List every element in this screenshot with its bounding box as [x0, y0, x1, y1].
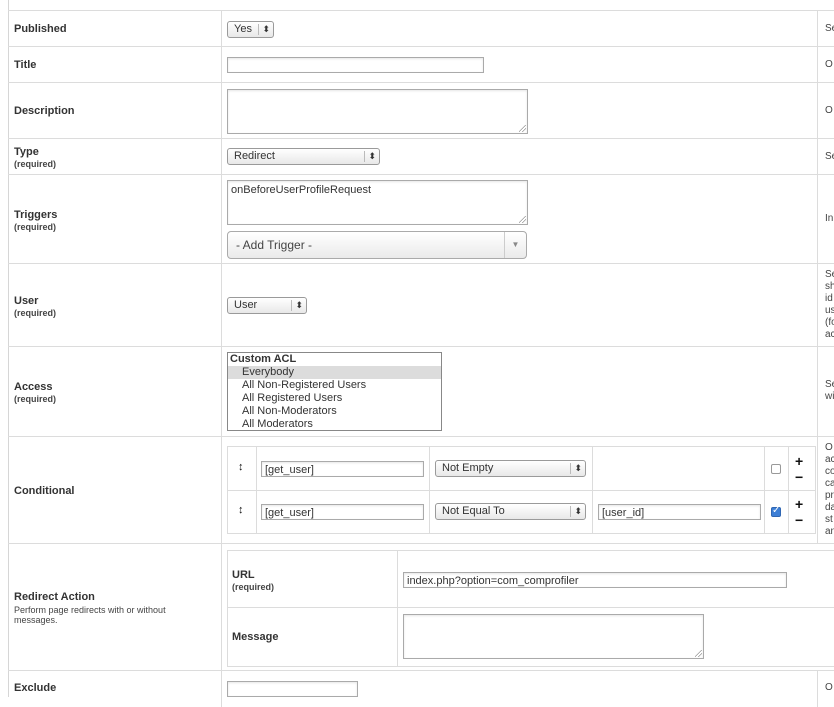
triggers-required: (required): [14, 222, 57, 232]
caret-down-icon: ▼: [504, 232, 526, 258]
move-icon[interactable]: ↕: [238, 504, 244, 516]
move-icon[interactable]: ↕: [238, 461, 244, 473]
row-access: Access (required) Custom ACL Everybody A…: [8, 346, 834, 437]
row-triggers: Triggers (required) onBeforeUserProfileR…: [8, 174, 834, 264]
condition-2-checkbox[interactable]: [771, 505, 781, 517]
type-label: Type (required): [14, 146, 57, 169]
row-description: Description O: [8, 82, 834, 139]
title-desc: O: [825, 59, 833, 70]
title-input[interactable]: [227, 57, 484, 73]
updown-icon: ⬍: [295, 300, 303, 310]
row-published: Published Yes ⬍ Se: [8, 10, 834, 47]
redirect-sub: Perform page redirects with or without m…: [14, 605, 166, 625]
condition-2-value[interactable]: [user_id]: [598, 504, 761, 520]
row-exclude: Exclude O: [8, 670, 834, 707]
message-label: Message: [232, 631, 279, 643]
type-desc: Se: [825, 151, 834, 162]
add-trigger-label: - Add Trigger -: [236, 238, 313, 252]
row-type: Type (required) Redirect ⬍ Se: [8, 138, 834, 175]
published-label: Published: [14, 23, 67, 35]
plus-icon[interactable]: +: [795, 454, 803, 468]
conditional-label: Conditional: [14, 485, 75, 497]
message-textarea[interactable]: [403, 614, 704, 659]
published-select[interactable]: Yes ⬍: [227, 21, 274, 38]
redirect-label: Redirect Action Perform page redirects w…: [14, 591, 204, 625]
user-select[interactable]: User ⬍: [227, 297, 307, 314]
updown-icon: ⬍: [262, 24, 270, 34]
user-required: (required): [14, 308, 57, 318]
description-desc: O: [825, 105, 833, 116]
access-listbox[interactable]: Custom ACL Everybody All Non-Registered …: [227, 352, 442, 431]
row-conditional: Conditional ↕ [get_user] Not Empty ⬍ + −…: [8, 436, 834, 544]
exclude-input[interactable]: [227, 681, 358, 697]
access-option-everybody[interactable]: Everybody: [228, 366, 441, 379]
add-trigger-dropdown[interactable]: - Add Trigger - ▼: [227, 231, 527, 259]
access-group-label: Custom ACL: [230, 353, 297, 365]
row-redirect-action: Redirect Action Perform page redirects w…: [8, 543, 834, 671]
user-label: User (required): [14, 295, 57, 318]
triggers-desc: In: [825, 213, 834, 224]
type-select[interactable]: Redirect ⬍: [227, 148, 380, 165]
url-input[interactable]: index.php?option=com_comprofiler: [403, 572, 787, 588]
condition-1-checkbox[interactable]: [771, 464, 781, 474]
updown-icon: ⬍: [368, 151, 376, 161]
published-desc: Se: [825, 23, 834, 34]
conditional-desc: Oac co ca pr da st an: [825, 442, 834, 537]
description-textarea[interactable]: [227, 89, 528, 134]
published-value: Yes: [234, 23, 252, 35]
condition-2-field[interactable]: [get_user]: [261, 504, 424, 520]
access-option-registered[interactable]: All Registered Users: [228, 392, 441, 405]
access-option-non-registered[interactable]: All Non-Registered Users: [228, 379, 441, 392]
row-user: User (required) User ⬍ Seshid us(foac: [8, 263, 834, 347]
user-value: User: [234, 299, 258, 311]
title-label: Title: [14, 59, 37, 71]
triggers-textarea[interactable]: onBeforeUserProfileRequest: [227, 180, 528, 225]
url-required: (required): [232, 582, 275, 592]
exclude-desc: O: [825, 682, 833, 693]
exclude-label: Exclude: [14, 682, 57, 694]
url-label: URL (required): [232, 569, 275, 592]
triggers-label: Triggers (required): [14, 209, 58, 232]
type-value: Redirect: [234, 150, 275, 162]
redirect-inner-table: URL (required) index.php?option=com_comp…: [227, 550, 834, 667]
description-label: Description: [14, 105, 75, 117]
minus-icon[interactable]: −: [795, 470, 803, 484]
updown-icon: ⬍: [574, 506, 582, 516]
conditional-table: ↕ [get_user] Not Empty ⬍ + − ↕ [get_user…: [227, 446, 816, 534]
triggers-value: onBeforeUserProfileRequest: [231, 184, 372, 196]
access-desc: Sewi: [825, 379, 834, 402]
access-label: Access (required): [14, 381, 57, 404]
access-required: (required): [14, 394, 57, 404]
access-option-moderators[interactable]: All Moderators: [228, 418, 441, 430]
row-title: Title O: [8, 46, 834, 83]
plus-icon[interactable]: +: [795, 497, 803, 511]
type-required: (required): [14, 159, 57, 169]
access-option-non-moderators[interactable]: All Non-Moderators: [228, 405, 441, 418]
condition-2-operator[interactable]: Not Equal To ⬍: [435, 503, 586, 520]
updown-icon: ⬍: [574, 463, 582, 473]
condition-1-operator[interactable]: Not Empty ⬍: [435, 460, 586, 477]
user-desc: Seshid us(foac: [825, 269, 834, 340]
condition-1-field[interactable]: [get_user]: [261, 461, 424, 477]
minus-icon[interactable]: −: [795, 513, 803, 527]
